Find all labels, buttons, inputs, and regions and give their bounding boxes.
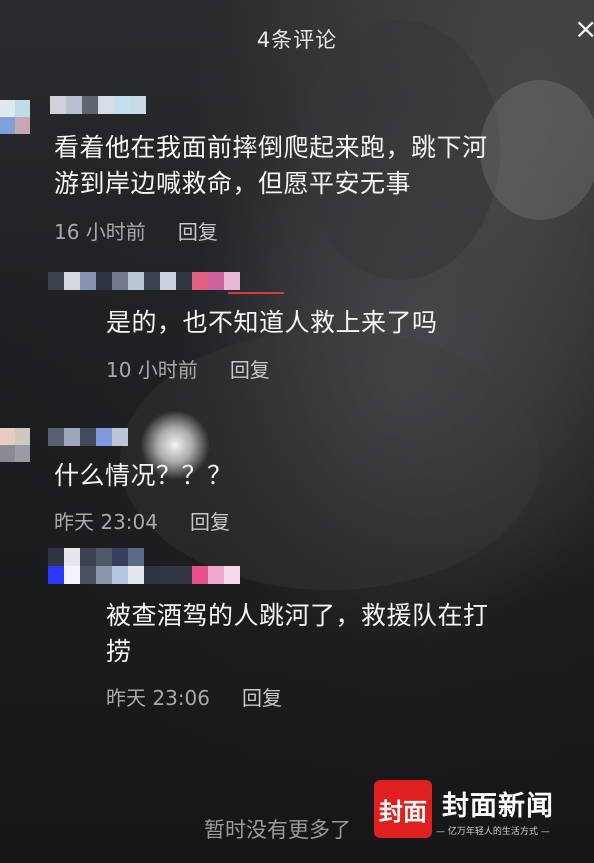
- comment-time: 16 小时前: [54, 220, 146, 244]
- comment-text: 什么情况？？？: [54, 461, 233, 490]
- username-mosaic[interactable]: [48, 548, 144, 566]
- comment-meta: 10 小时前 回复: [106, 354, 270, 383]
- comment-panel: 4条评论 × 看着他在我面前摔倒爬起来跑，跳下河 游到岸边喊救命，但愿平安无事 …: [0, 0, 594, 863]
- watermark-logo: 封面: [374, 780, 432, 838]
- username-mosaic[interactable]: [48, 272, 240, 290]
- username-mosaic[interactable]: [48, 566, 240, 584]
- comment-meta: 昨天 23:04 回复: [54, 506, 230, 535]
- reply-button[interactable]: 回复: [178, 216, 218, 245]
- avatar[interactable]: [0, 428, 30, 462]
- comment-time: 昨天 23:06: [106, 686, 210, 710]
- close-icon[interactable]: ×: [574, 14, 594, 44]
- comment-count-title: 4条评论: [256, 28, 338, 52]
- avatar[interactable]: [0, 100, 30, 134]
- comment-text: 是的，也不知道人救上来了吗: [106, 308, 438, 337]
- watermark-slogan: — 亿万年轻人的生活方式 —: [436, 827, 550, 837]
- comment-meta: 昨天 23:06 回复: [106, 682, 282, 711]
- comment-time: 昨天 23:04: [54, 510, 158, 534]
- comment-text: 被查酒驾的人跳河了，救援队在打 捞: [106, 601, 489, 666]
- reply-button[interactable]: 回复: [242, 682, 282, 711]
- reply-button[interactable]: 回复: [230, 354, 270, 383]
- background-shape: [480, 80, 594, 220]
- reply-button[interactable]: 回复: [190, 506, 230, 535]
- watermark-name: 封面新闻: [442, 791, 554, 822]
- no-more-comments: 暂时没有更多了: [204, 818, 351, 842]
- comment-text: 看着他在我面前摔倒爬起来跑，跳下河 游到岸边喊救命，但愿平安无事: [54, 133, 488, 198]
- username-mosaic[interactable]: [48, 428, 128, 446]
- username-underline: [228, 292, 284, 294]
- comment-time: 10 小时前: [106, 358, 198, 382]
- comment-meta: 16 小时前 回复: [54, 216, 218, 245]
- username-mosaic[interactable]: [50, 96, 146, 114]
